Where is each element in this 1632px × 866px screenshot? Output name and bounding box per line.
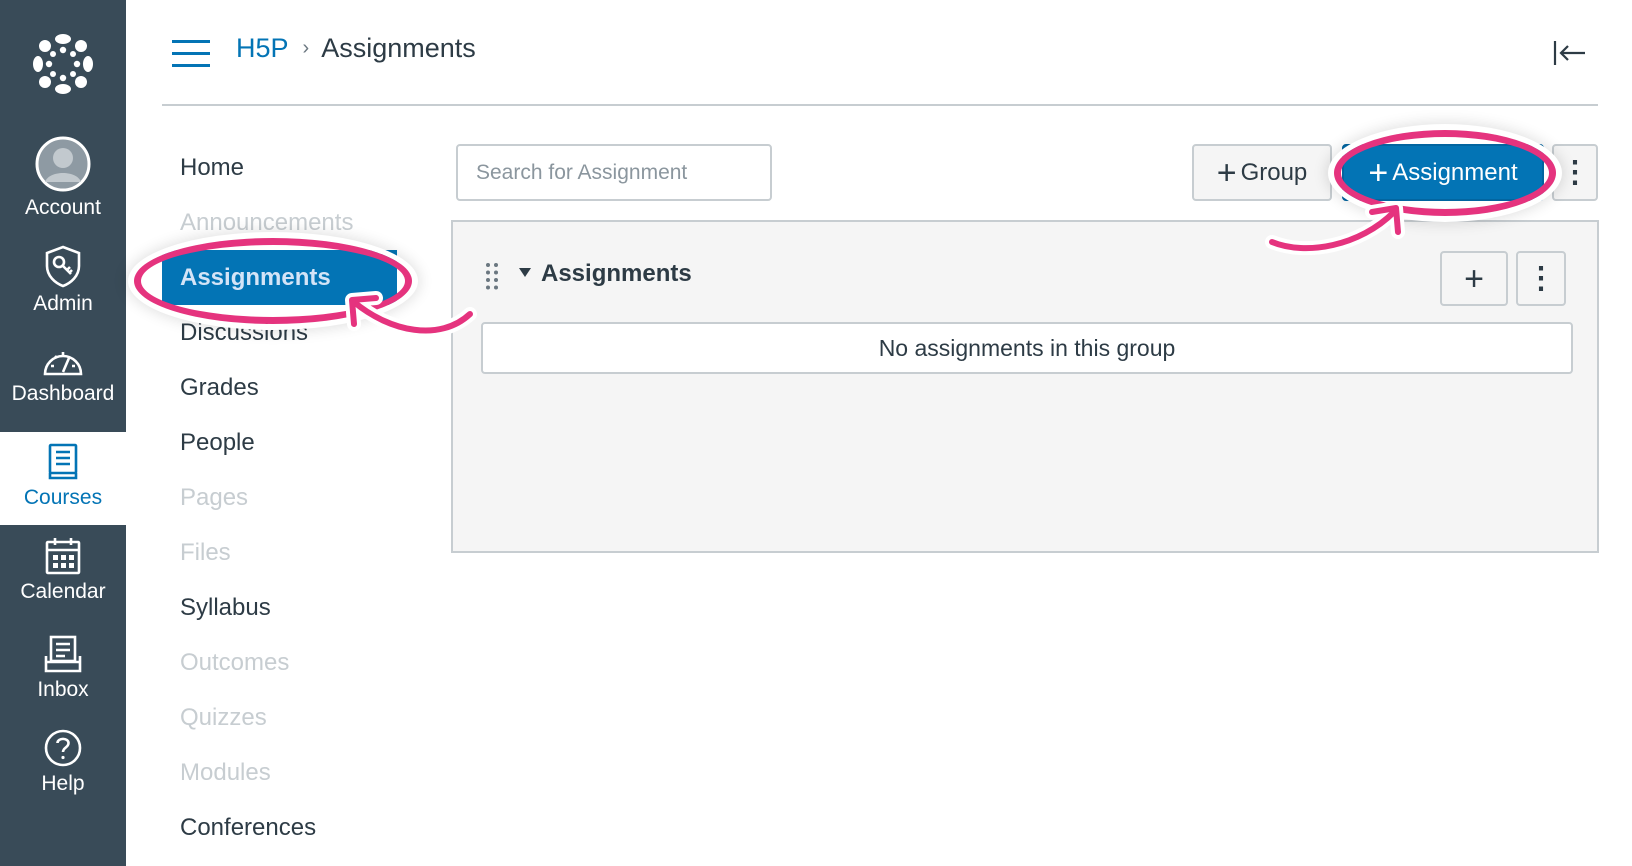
- course-menu-toggle-icon[interactable]: [172, 40, 210, 68]
- course-navigation: Home Announcements Assignments Discussio…: [162, 140, 422, 855]
- course-nav-people[interactable]: People: [162, 415, 422, 470]
- drag-handle-icon[interactable]: [485, 262, 499, 290]
- admin-shield-icon: [43, 244, 83, 288]
- dashboard-gauge-icon: [41, 344, 85, 378]
- add-assignment-label: Assignment: [1392, 158, 1518, 186]
- plus-icon: +: [1216, 153, 1237, 192]
- global-navigation: Account Admin Dashboard Courses Calendar…: [0, 0, 126, 866]
- plus-icon: +: [1464, 259, 1484, 298]
- kebab-menu-icon: ⋮: [1560, 155, 1590, 189]
- collapse-caret-icon[interactable]: [519, 268, 531, 277]
- global-nav-label: Account: [25, 196, 101, 219]
- course-nav-conferences[interactable]: Conferences: [162, 800, 422, 855]
- canvas-logo-icon: [33, 34, 93, 94]
- global-nav-label: Courses: [23, 486, 103, 509]
- course-nav-syllabus[interactable]: Syllabus: [162, 580, 422, 635]
- course-nav-announcements[interactable]: Announcements: [162, 195, 422, 250]
- group-options-button[interactable]: ⋮: [1516, 251, 1566, 306]
- add-group-button[interactable]: + Group: [1192, 144, 1332, 201]
- add-assignment-button[interactable]: + Assignment: [1342, 144, 1544, 201]
- inbox-icon: [43, 634, 83, 674]
- course-nav-modules[interactable]: Modules: [162, 745, 422, 800]
- assignment-group: Assignments + ⋮ No assignments in this g…: [451, 220, 1599, 553]
- breadcrumb-chevron-icon: ›: [302, 37, 310, 59]
- kebab-menu-icon: ⋮: [1526, 261, 1556, 295]
- help-circle-icon: [43, 728, 83, 768]
- global-nav-inbox[interactable]: Inbox: [0, 634, 126, 714]
- course-nav-home[interactable]: Home: [162, 140, 422, 195]
- global-nav-account[interactable]: Account: [0, 136, 126, 226]
- course-nav-assignments[interactable]: Assignments: [162, 250, 397, 305]
- global-nav-label: Calendar: [20, 580, 106, 603]
- global-nav-label: Inbox: [37, 678, 89, 701]
- global-nav-label: Help: [41, 772, 85, 795]
- collapse-sidebar-icon[interactable]: [1552, 38, 1588, 68]
- global-nav-courses[interactable]: Courses: [0, 432, 126, 525]
- plus-icon: +: [1368, 153, 1389, 192]
- course-nav-grades[interactable]: Grades: [162, 360, 422, 415]
- global-nav-label: Dashboard: [11, 382, 115, 405]
- global-nav-admin[interactable]: Admin: [0, 244, 126, 324]
- calendar-icon: [44, 536, 82, 576]
- add-assignment-to-group-button[interactable]: +: [1440, 251, 1508, 306]
- courses-book-icon: [46, 442, 80, 482]
- empty-group-message: No assignments in this group: [481, 322, 1573, 374]
- breadcrumb-course-link[interactable]: H5P: [236, 33, 289, 64]
- add-group-label: Group: [1240, 158, 1308, 186]
- course-nav-outcomes[interactable]: Outcomes: [162, 635, 422, 690]
- canvas-logo[interactable]: [0, 22, 126, 106]
- global-nav-help[interactable]: Help: [0, 728, 126, 808]
- global-nav-label: Admin: [33, 292, 93, 315]
- breadcrumb: H5P › Assignments: [236, 33, 476, 64]
- course-nav-quizzes[interactable]: Quizzes: [162, 690, 422, 745]
- breadcrumb-current: Assignments: [321, 33, 476, 63]
- global-nav-dashboard[interactable]: Dashboard: [0, 344, 126, 424]
- course-nav-files[interactable]: Files: [162, 525, 422, 580]
- page-header: H5P › Assignments: [162, 0, 1598, 106]
- global-nav-calendar[interactable]: Calendar: [0, 536, 126, 616]
- course-nav-pages[interactable]: Pages: [162, 470, 422, 525]
- course-nav-discussions[interactable]: Discussions: [162, 305, 422, 360]
- search-assignment-input[interactable]: [456, 144, 772, 201]
- page-options-button[interactable]: ⋮: [1552, 144, 1598, 201]
- assignment-group-title[interactable]: Assignments: [541, 260, 692, 288]
- account-avatar-icon: [35, 136, 91, 192]
